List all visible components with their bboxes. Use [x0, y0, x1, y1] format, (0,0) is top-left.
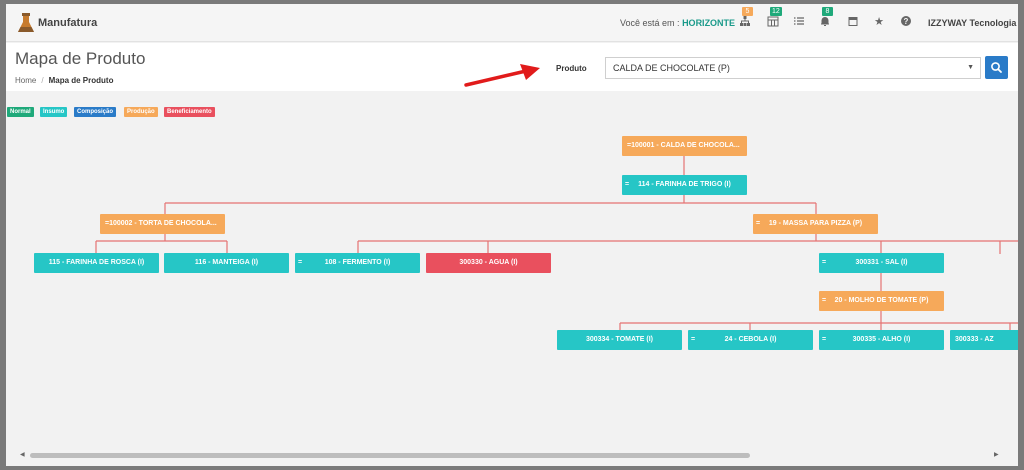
tree-node-300330[interactable]: 300330 - AGUA (I) [426, 253, 551, 273]
tree-node-24[interactable]: = 24 - CEBOLA (I) [688, 330, 813, 350]
tree-connectors [95, 155, 1018, 331]
node-label: 300331 - SAL (I) [855, 259, 908, 266]
tree-node-19[interactable]: = 19 - MASSA PARA PIZZA (P) [753, 214, 878, 234]
node-label: 300335 - ALHO (I) [852, 336, 911, 343]
node-label: 115 - FARINHA DE ROSCA (I) [48, 259, 145, 266]
node-label: 100002 - TORTA DE CHOCOLA... [109, 220, 217, 227]
expand-marker[interactable]: = [822, 253, 826, 273]
node-label: 24 - CEBOLA (I) [724, 336, 777, 343]
tree-node-20[interactable]: = 20 - MOLHO DE TOMATE (P) [819, 291, 944, 311]
expand-marker[interactable]: = [298, 253, 302, 273]
tree-node-300333[interactable]: 300333 - AZ [950, 330, 1018, 350]
tree-node-115[interactable]: 115 - FARINHA DE ROSCA (I) [34, 253, 159, 273]
node-label: 116 - MANTEIGA (I) [194, 259, 259, 266]
tree-node-114[interactable]: = 114 - FARINHA DE TRIGO (I) [622, 175, 747, 195]
tree-node-300335[interactable]: = 300335 - ALHO (I) [819, 330, 944, 350]
scroll-left-icon[interactable]: ◀ [20, 451, 25, 458]
expand-marker[interactable]: = [756, 214, 760, 234]
node-label: 114 - FARINHA DE TRIGO (I) [638, 181, 731, 188]
tree-node-300331[interactable]: = 300331 - SAL (I) [819, 253, 944, 273]
scrollbar-thumb[interactable] [30, 453, 750, 458]
node-label: 300333 - AZ [955, 336, 994, 343]
node-label: 300330 - AGUA (I) [459, 259, 518, 266]
app-window: Manufatura Você está em : HORIZONTE 5 12… [6, 4, 1018, 466]
node-label: 100001 - CALDA DE CHOCOLA... [631, 142, 740, 149]
scroll-right-icon[interactable]: ▶ [994, 451, 999, 458]
tree-node-108[interactable]: = 108 - FERMENTO (I) [295, 253, 420, 273]
expand-marker[interactable]: = [822, 330, 826, 350]
tree-node-116[interactable]: 116 - MANTEIGA (I) [164, 253, 289, 273]
expand-marker[interactable]: = [822, 291, 826, 311]
node-label: 20 - MOLHO DE TOMATE (P) [834, 297, 929, 304]
tree-node-100002[interactable]: =100002 - TORTA DE CHOCOLA... [100, 214, 225, 234]
node-label: 19 - MASSA PARA PIZZA (P) [768, 220, 863, 227]
expand-marker[interactable]: = [625, 175, 629, 195]
horizontal-scrollbar[interactable]: ◀ ▶ [16, 450, 1004, 460]
node-label: 108 - FERMENTO (I) [324, 259, 391, 266]
expand-marker[interactable]: = [691, 330, 695, 350]
tree-node-100001[interactable]: =100001 - CALDA DE CHOCOLA... [622, 136, 747, 156]
tree-node-300334[interactable]: 300334 - TOMATE (I) [557, 330, 682, 350]
node-label: 300334 - TOMATE (I) [585, 336, 654, 343]
